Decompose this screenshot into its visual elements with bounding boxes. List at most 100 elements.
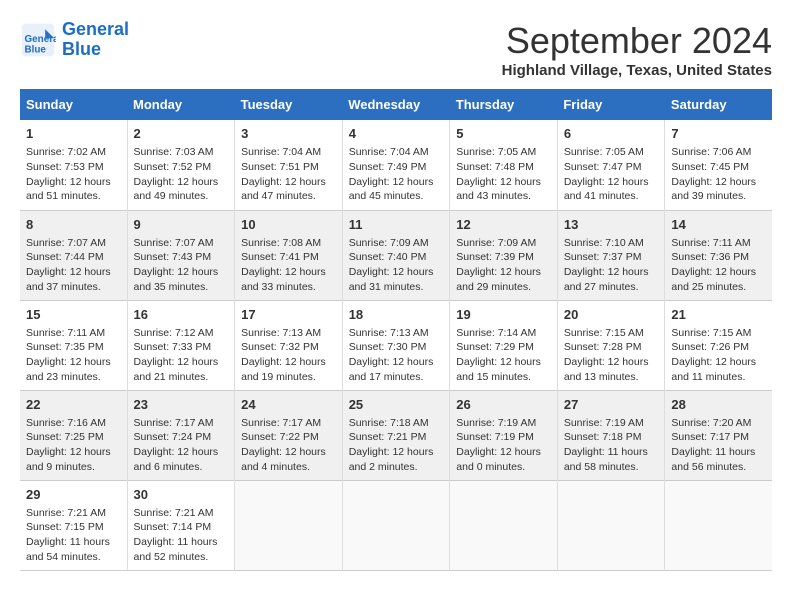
day-info-line: Sunset: 7:44 PM xyxy=(26,250,121,265)
day-info-line: and 19 minutes. xyxy=(241,370,336,385)
calendar-cell: 1Sunrise: 7:02 AMSunset: 7:53 PMDaylight… xyxy=(20,120,127,210)
day-info-line: Sunrise: 7:21 AM xyxy=(26,506,121,521)
day-number: 19 xyxy=(456,306,551,324)
day-info-line: and 2 minutes. xyxy=(349,460,444,475)
day-number: 23 xyxy=(134,396,229,414)
calendar-cell: 8Sunrise: 7:07 AMSunset: 7:44 PMDaylight… xyxy=(20,210,127,300)
day-number: 9 xyxy=(134,216,229,234)
calendar-cell: 19Sunrise: 7:14 AMSunset: 7:29 PMDayligh… xyxy=(450,300,558,390)
day-info-line: Daylight: 12 hours xyxy=(671,355,766,370)
day-info-line: Sunrise: 7:16 AM xyxy=(26,416,121,431)
day-info-line: and 9 minutes. xyxy=(26,460,121,475)
day-info-line: and 43 minutes. xyxy=(456,189,551,204)
day-info-line: Daylight: 12 hours xyxy=(671,175,766,190)
day-info-line: Sunrise: 7:07 AM xyxy=(134,236,229,251)
day-number: 14 xyxy=(671,216,766,234)
logo-line2: Blue xyxy=(62,39,101,59)
day-info-line: Sunset: 7:40 PM xyxy=(349,250,444,265)
day-info-line: Sunrise: 7:19 AM xyxy=(456,416,551,431)
header-day-wednesday: Wednesday xyxy=(342,89,450,120)
day-number: 25 xyxy=(349,396,444,414)
day-info-line: and 33 minutes. xyxy=(241,280,336,295)
day-info-line: and 52 minutes. xyxy=(134,550,229,565)
day-info-line: Daylight: 12 hours xyxy=(134,355,229,370)
day-info-line: Sunrise: 7:02 AM xyxy=(26,145,121,160)
calendar-cell: 5Sunrise: 7:05 AMSunset: 7:48 PMDaylight… xyxy=(450,120,558,210)
calendar-cell: 23Sunrise: 7:17 AMSunset: 7:24 PMDayligh… xyxy=(127,390,235,480)
day-info-line: Sunset: 7:21 PM xyxy=(349,430,444,445)
day-number: 29 xyxy=(26,486,121,504)
day-info-line: and 17 minutes. xyxy=(349,370,444,385)
day-info-line: Daylight: 12 hours xyxy=(26,175,121,190)
calendar-cell: 2Sunrise: 7:03 AMSunset: 7:52 PMDaylight… xyxy=(127,120,235,210)
calendar-cell: 28Sunrise: 7:20 AMSunset: 7:17 PMDayligh… xyxy=(665,390,772,480)
day-info-line: Daylight: 12 hours xyxy=(671,265,766,280)
day-info-line: Daylight: 12 hours xyxy=(26,445,121,460)
day-number: 13 xyxy=(564,216,659,234)
day-number: 11 xyxy=(349,216,444,234)
day-info-line: Sunset: 7:36 PM xyxy=(671,250,766,265)
week-row-1: 1Sunrise: 7:02 AMSunset: 7:53 PMDaylight… xyxy=(20,120,772,210)
day-number: 30 xyxy=(134,486,229,504)
calendar-cell: 3Sunrise: 7:04 AMSunset: 7:51 PMDaylight… xyxy=(235,120,343,210)
day-info-line: Sunrise: 7:12 AM xyxy=(134,326,229,341)
svg-text:Blue: Blue xyxy=(25,44,47,55)
day-number: 27 xyxy=(564,396,659,414)
day-info-line: Sunset: 7:53 PM xyxy=(26,160,121,175)
day-info-line: Sunrise: 7:08 AM xyxy=(241,236,336,251)
title-area: September 2024 Highland Village, Texas, … xyxy=(502,20,772,79)
day-info-line: Sunrise: 7:13 AM xyxy=(241,326,336,341)
day-info-line: and 47 minutes. xyxy=(241,189,336,204)
day-info-line: Sunset: 7:48 PM xyxy=(456,160,551,175)
header-day-friday: Friday xyxy=(557,89,665,120)
day-number: 21 xyxy=(671,306,766,324)
day-info-line: and 54 minutes. xyxy=(26,550,121,565)
day-info-line: Daylight: 12 hours xyxy=(564,175,659,190)
calendar-cell: 12Sunrise: 7:09 AMSunset: 7:39 PMDayligh… xyxy=(450,210,558,300)
header-day-thursday: Thursday xyxy=(450,89,558,120)
day-number: 2 xyxy=(134,125,229,143)
day-info-line: Sunset: 7:18 PM xyxy=(564,430,659,445)
day-info-line: Sunset: 7:41 PM xyxy=(241,250,336,265)
day-info-line: Daylight: 12 hours xyxy=(349,355,444,370)
day-info-line: Sunrise: 7:17 AM xyxy=(241,416,336,431)
day-number: 5 xyxy=(456,125,551,143)
calendar-cell: 10Sunrise: 7:08 AMSunset: 7:41 PMDayligh… xyxy=(235,210,343,300)
day-info-line: Daylight: 11 hours xyxy=(134,535,229,550)
day-info-line: Sunrise: 7:07 AM xyxy=(26,236,121,251)
day-info-line: Sunrise: 7:19 AM xyxy=(564,416,659,431)
day-info-line: Daylight: 11 hours xyxy=(26,535,121,550)
day-number: 26 xyxy=(456,396,551,414)
day-info-line: Sunset: 7:39 PM xyxy=(456,250,551,265)
day-info-line: Daylight: 12 hours xyxy=(241,445,336,460)
day-info-line: Sunrise: 7:06 AM xyxy=(671,145,766,160)
day-info-line: and 51 minutes. xyxy=(26,189,121,204)
day-info-line: Sunrise: 7:04 AM xyxy=(349,145,444,160)
day-info-line: Daylight: 12 hours xyxy=(134,445,229,460)
header: General Blue General Blue September 2024… xyxy=(20,20,772,79)
day-info-line: Sunrise: 7:17 AM xyxy=(134,416,229,431)
calendar-cell: 11Sunrise: 7:09 AMSunset: 7:40 PMDayligh… xyxy=(342,210,450,300)
day-number: 10 xyxy=(241,216,336,234)
calendar-cell xyxy=(557,480,665,570)
day-info-line: Sunset: 7:35 PM xyxy=(26,340,121,355)
month-title: September 2024 xyxy=(502,20,772,62)
day-info-line: and 29 minutes. xyxy=(456,280,551,295)
day-info-line: and 11 minutes. xyxy=(671,370,766,385)
calendar-cell xyxy=(342,480,450,570)
day-info-line: Daylight: 11 hours xyxy=(564,445,659,460)
day-number: 16 xyxy=(134,306,229,324)
day-info-line: Sunrise: 7:09 AM xyxy=(456,236,551,251)
day-info-line: and 13 minutes. xyxy=(564,370,659,385)
day-info-line: Sunset: 7:37 PM xyxy=(564,250,659,265)
calendar-cell: 6Sunrise: 7:05 AMSunset: 7:47 PMDaylight… xyxy=(557,120,665,210)
day-number: 6 xyxy=(564,125,659,143)
day-info-line: and 15 minutes. xyxy=(456,370,551,385)
day-info-line: Sunset: 7:47 PM xyxy=(564,160,659,175)
day-info-line: Daylight: 12 hours xyxy=(349,445,444,460)
day-info-line: Sunrise: 7:10 AM xyxy=(564,236,659,251)
calendar-cell: 14Sunrise: 7:11 AMSunset: 7:36 PMDayligh… xyxy=(665,210,772,300)
day-info-line: Daylight: 12 hours xyxy=(349,265,444,280)
day-info-line: Daylight: 12 hours xyxy=(456,445,551,460)
day-info-line: Sunrise: 7:20 AM xyxy=(671,416,766,431)
